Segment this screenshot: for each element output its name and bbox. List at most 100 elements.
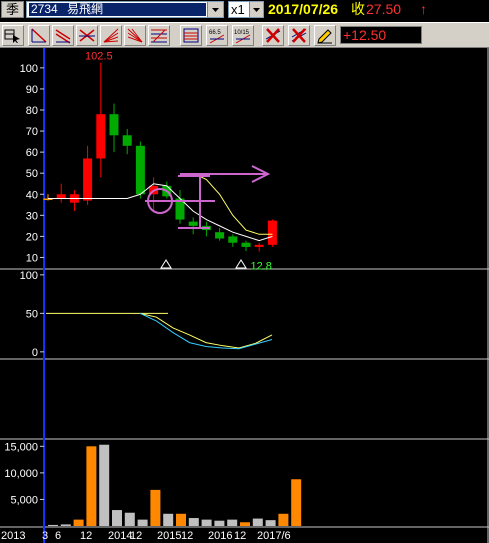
volume-bar [86,446,97,526]
fan-lines-icon [103,28,119,43]
cross-lines-button[interactable] [76,25,98,46]
volume-bar [48,524,58,526]
volume-bar [176,513,186,526]
volume-bar [252,518,263,526]
stock-name: 易飛網 [67,2,104,16]
time-axis-label: 12 [181,530,193,542]
time-axis-label: 2015 [157,530,181,542]
season-button[interactable]: 季 [1,1,24,18]
season-label: 季 [5,2,19,17]
marker-triangle [160,259,172,269]
candle [241,242,251,247]
y-tick-label: 30 [26,210,38,222]
cross-lines-icon [79,29,95,42]
low-price-label: 12.8 [250,261,271,273]
time-axis-label: 12 [234,530,246,542]
time-axis-label: 2014 [108,530,132,542]
time-axis-label: 3 [42,530,48,542]
kd-tick-label: 100 [20,270,38,282]
svg-text:10/15: 10/15 [234,30,250,36]
candle [122,135,132,146]
close-price: 27.50 [366,1,402,17]
time-axis-label: 2013 [1,530,25,542]
golden-section-icon [151,29,167,43]
up-arrow-icon: ↑ [420,1,427,17]
volume-tick-label: 15,000 [4,441,38,453]
pencil-button[interactable] [314,25,336,46]
candle [188,221,198,226]
stock-field[interactable]: 2734 易飛網 [29,3,206,16]
volume-bar [278,513,289,526]
volume-bar [291,479,302,526]
chevron-down-icon [253,8,260,12]
stock-selector[interactable]: 2734 易飛網 [26,1,224,18]
candle [135,145,145,195]
fib-66-icon: 66.5 [209,30,225,44]
kd-tick-label: 0 [32,347,38,359]
speed-lines-icon [127,28,143,43]
trendline-button[interactable] [28,25,50,46]
multiplier-value: x1 [231,2,245,17]
percentage-lines-icon [183,28,199,43]
volume-bar [201,519,212,526]
time-axis-label: 2016 [208,530,232,542]
candle [254,244,264,247]
candle [96,114,106,159]
candle [109,114,119,136]
delete-button[interactable] [262,25,284,46]
fib-66-button[interactable]: 66.5 [206,25,228,46]
date-display: 2017/07/26 [268,1,339,17]
volume-bar [150,489,161,526]
volume-bar [137,519,148,526]
y-tick-label: 100 [20,63,38,75]
candle [83,158,93,201]
volume-bar [73,519,84,526]
title-bar: 季 2734 易飛網 x1 2017/07/26 收 27.50 ↑ [0,0,489,20]
y-tick-label: 90 [26,84,38,96]
d-line [139,312,273,350]
volume-bar [163,513,174,526]
close-label: 收 [351,1,365,17]
y-tick-label: 20 [26,231,38,243]
fib-10-15-icon: 10/15 [234,30,251,44]
trendline-icon [31,28,47,43]
golden-section-button[interactable] [148,25,170,46]
fan-lines-button[interactable] [100,25,122,46]
candle [228,236,238,243]
time-axis-label: 6 [55,530,61,542]
cursor-button[interactable] [2,25,24,46]
ma-long-line [192,172,273,235]
volume-tick-label: 10,000 [4,468,38,480]
y-tick-label: 60 [26,147,38,159]
speed-lines-button[interactable] [124,25,146,46]
time-axis-label: 12 [80,530,92,542]
parallel-lines-button[interactable] [52,25,74,46]
drawing-toolbar: 66.5 10/15 +12.50 [0,22,489,48]
volume-bar [214,520,225,526]
delete-all-icon [291,28,307,43]
y-tick-label: 40 [26,189,38,201]
chart-area[interactable]: 10 20 30 40 50 60 70 80 90 100 102.5 12.8 0 50 100 5,00… [0,48,489,543]
svg-text:66.5: 66.5 [209,30,221,36]
volume-tick-label: 5,000 [10,494,38,506]
volume-bar [60,524,71,526]
y-tick-label: 70 [26,126,38,138]
fib-10-15-button[interactable]: 10/15 [232,25,254,46]
pencil-icon [317,29,332,44]
y-tick-label: 10 [26,252,38,264]
high-price-label: 102.5 [85,51,113,63]
stock-dropdown-button[interactable] [207,2,223,17]
volume-bar [124,512,135,526]
marker-triangle [235,259,247,269]
k-line [139,312,273,349]
candle [215,232,225,239]
volume-bar [265,520,276,526]
multiplier-dropdown-button[interactable] [249,2,263,17]
percentage-lines-button[interactable] [180,25,202,46]
kd-tick-label: 50 [26,308,38,320]
stock-code: 2734 [31,2,58,16]
multiplier-select[interactable]: x1 [228,1,264,18]
delete-all-button[interactable] [288,25,310,46]
volume-bar [240,522,250,526]
price-change-box: +12.50 [340,26,422,44]
